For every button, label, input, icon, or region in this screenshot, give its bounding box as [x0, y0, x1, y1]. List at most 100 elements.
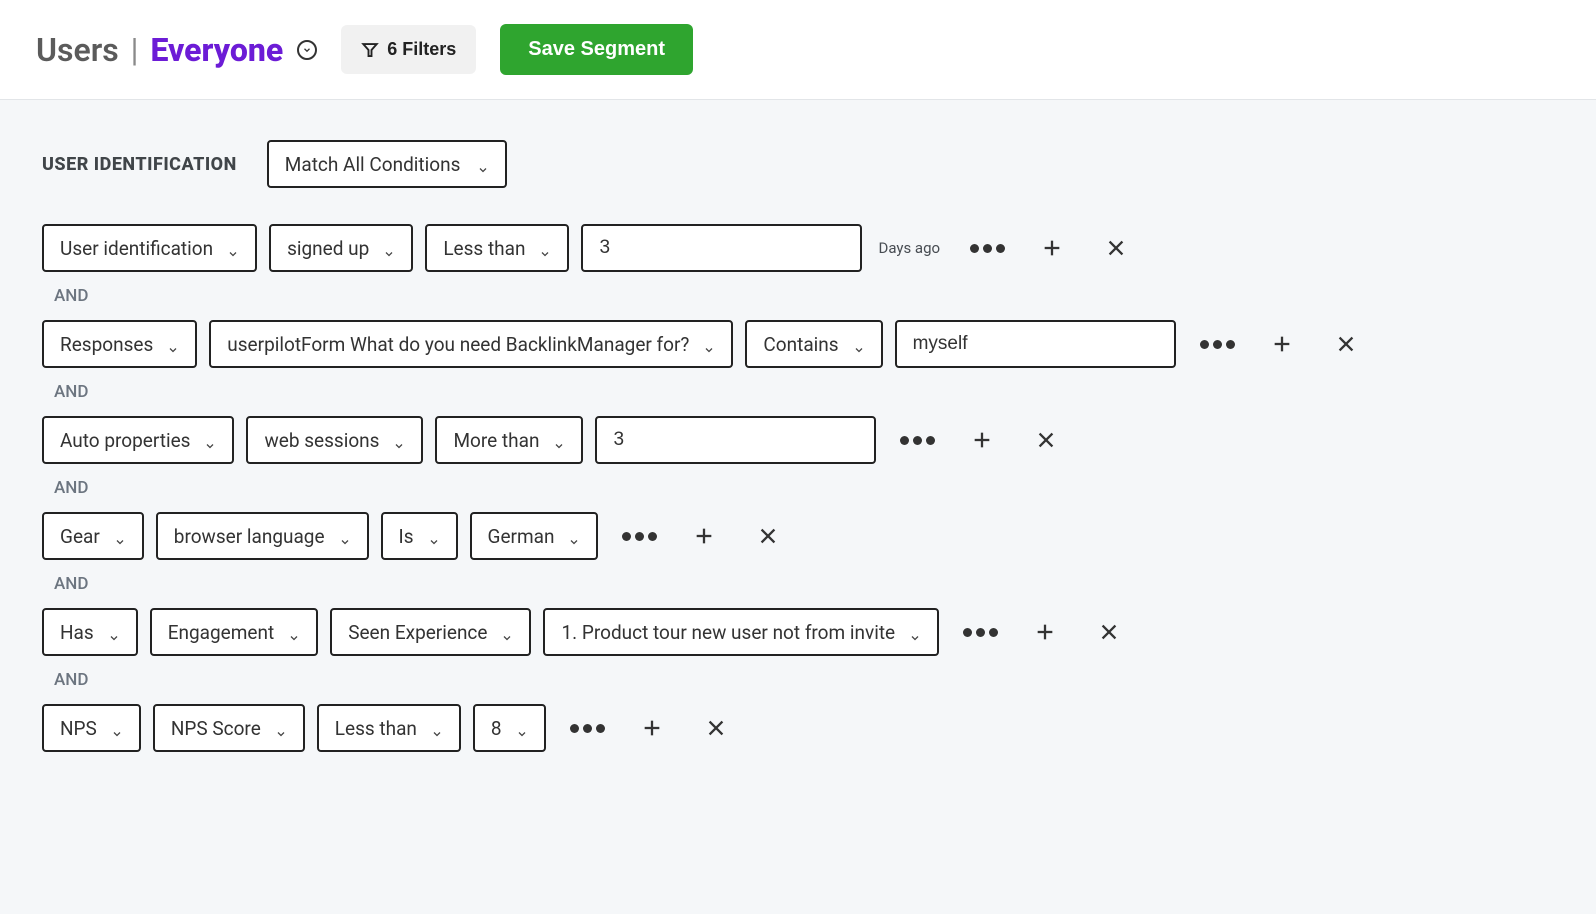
- condition-select[interactable]: Seen Experience: [330, 608, 531, 656]
- select-value: NPS: [60, 717, 97, 740]
- chevron-down-icon: [339, 530, 351, 542]
- match-mode-select[interactable]: Match All Conditions: [267, 140, 507, 188]
- more-icon[interactable]: [570, 724, 605, 733]
- chevron-down-icon: [568, 530, 580, 542]
- chevron-down-icon: [853, 338, 865, 350]
- suffix-label: Days ago: [878, 239, 940, 257]
- condition-row: Responses userpilotForm What do you need …: [42, 320, 1554, 368]
- page-title: Users | Everyone: [36, 31, 317, 69]
- chevron-down-icon: [393, 434, 405, 446]
- condition-row: Has Engagement Seen Experience 1. Product t…: [42, 608, 1554, 656]
- section-label: USER IDENTIFICATION: [42, 154, 237, 175]
- condition-input[interactable]: [595, 416, 876, 464]
- condition-select[interactable]: NPS Score: [153, 704, 305, 752]
- condition-select[interactable]: web sessions: [246, 416, 423, 464]
- segment-name: Everyone: [150, 31, 283, 69]
- condition-select[interactable]: Less than: [425, 224, 569, 272]
- condition-select[interactable]: Gear: [42, 512, 144, 560]
- chevron-down-icon: [501, 626, 513, 638]
- condition-input[interactable]: [581, 224, 862, 272]
- remove-condition-button[interactable]: [1099, 231, 1133, 265]
- filter-icon: [361, 41, 379, 59]
- title-prefix: Users: [36, 31, 119, 69]
- condition-select[interactable]: Auto properties: [42, 416, 234, 464]
- chevron-down-icon: [108, 626, 120, 638]
- remove-condition-button[interactable]: [1329, 327, 1363, 361]
- select-value: Seen Experience: [348, 621, 487, 644]
- select-value: signed up: [287, 237, 369, 260]
- more-icon[interactable]: [622, 532, 657, 541]
- add-condition-button[interactable]: [635, 711, 669, 745]
- add-condition-button[interactable]: [1265, 327, 1299, 361]
- condition-select[interactable]: Is: [381, 512, 458, 560]
- add-condition-button[interactable]: [965, 423, 999, 457]
- select-value: NPS Score: [171, 717, 261, 740]
- select-value: Contains: [763, 333, 838, 356]
- condition-select[interactable]: Has: [42, 608, 138, 656]
- select-value: German: [488, 525, 555, 548]
- add-condition-button[interactable]: [1035, 231, 1069, 265]
- chevron-down-icon: [539, 242, 551, 254]
- condition-row: Gear browser language Is German: [42, 512, 1554, 560]
- add-condition-button[interactable]: [1028, 615, 1062, 649]
- chevron-down-icon: [431, 722, 443, 734]
- add-condition-button[interactable]: [687, 519, 721, 553]
- select-value: User identification: [60, 237, 213, 260]
- filters-button[interactable]: 6 Filters: [341, 25, 476, 74]
- condition-select[interactable]: German: [470, 512, 599, 560]
- segment-dropdown-icon[interactable]: [297, 40, 317, 60]
- chevron-down-icon: [383, 242, 395, 254]
- condition-input[interactable]: [895, 320, 1176, 368]
- chevron-down-icon: [111, 722, 123, 734]
- condition-select[interactable]: userpilotForm What do you need BacklinkM…: [209, 320, 733, 368]
- condition-row: User identification signed up Less than Day…: [42, 224, 1554, 272]
- select-value: browser language: [174, 525, 325, 548]
- condition-select[interactable]: More than: [435, 416, 583, 464]
- condition-select[interactable]: 8: [473, 704, 546, 752]
- conjunction-label: AND: [54, 286, 1554, 306]
- more-icon[interactable]: [900, 436, 935, 445]
- remove-condition-button[interactable]: [751, 519, 785, 553]
- conditions-list: User identification signed up Less than Day…: [42, 224, 1554, 752]
- remove-condition-button[interactable]: [1092, 615, 1126, 649]
- condition-row: NPS NPS Score Less than 8: [42, 704, 1554, 752]
- chevron-down-icon: [703, 338, 715, 350]
- conjunction-label: AND: [54, 670, 1554, 690]
- select-value: 1. Product tour new user not from invite: [561, 621, 895, 644]
- remove-condition-button[interactable]: [1029, 423, 1063, 457]
- select-value: Gear: [60, 525, 100, 548]
- page-header: Users | Everyone 6 Filters Save Segment: [0, 0, 1596, 100]
- condition-select[interactable]: NPS: [42, 704, 141, 752]
- condition-select[interactable]: browser language: [156, 512, 369, 560]
- filters-area: USER IDENTIFICATION Match All Conditions…: [0, 100, 1596, 914]
- save-segment-button[interactable]: Save Segment: [500, 24, 693, 75]
- condition-select[interactable]: User identification: [42, 224, 257, 272]
- condition-select[interactable]: Engagement: [150, 608, 319, 656]
- more-icon[interactable]: [963, 628, 998, 637]
- filter-count-label: 6 Filters: [387, 39, 456, 60]
- select-value: Responses: [60, 333, 153, 356]
- condition-select[interactable]: Less than: [317, 704, 461, 752]
- remove-condition-button[interactable]: [699, 711, 733, 745]
- select-value: More than: [453, 429, 539, 452]
- condition-select[interactable]: Contains: [745, 320, 882, 368]
- chevron-down-icon: [553, 434, 565, 446]
- conjunction-label: AND: [54, 478, 1554, 498]
- condition-row: Auto properties web sessions More than: [42, 416, 1554, 464]
- chevron-down-icon: [204, 434, 216, 446]
- condition-select[interactable]: signed up: [269, 224, 413, 272]
- select-value: Less than: [335, 717, 417, 740]
- select-value: web sessions: [264, 429, 379, 452]
- more-icon[interactable]: [970, 244, 1005, 253]
- condition-select[interactable]: 1. Product tour new user not from invite: [543, 608, 939, 656]
- chevron-down-icon: [516, 722, 528, 734]
- select-value: Less than: [443, 237, 525, 260]
- conjunction-label: AND: [54, 382, 1554, 402]
- select-value: userpilotForm What do you need BacklinkM…: [227, 333, 689, 356]
- title-separator: |: [131, 31, 139, 69]
- condition-select[interactable]: Responses: [42, 320, 197, 368]
- more-icon[interactable]: [1200, 340, 1235, 349]
- select-value: Engagement: [168, 621, 275, 644]
- select-value: Auto properties: [60, 429, 190, 452]
- select-value: 8: [491, 717, 502, 740]
